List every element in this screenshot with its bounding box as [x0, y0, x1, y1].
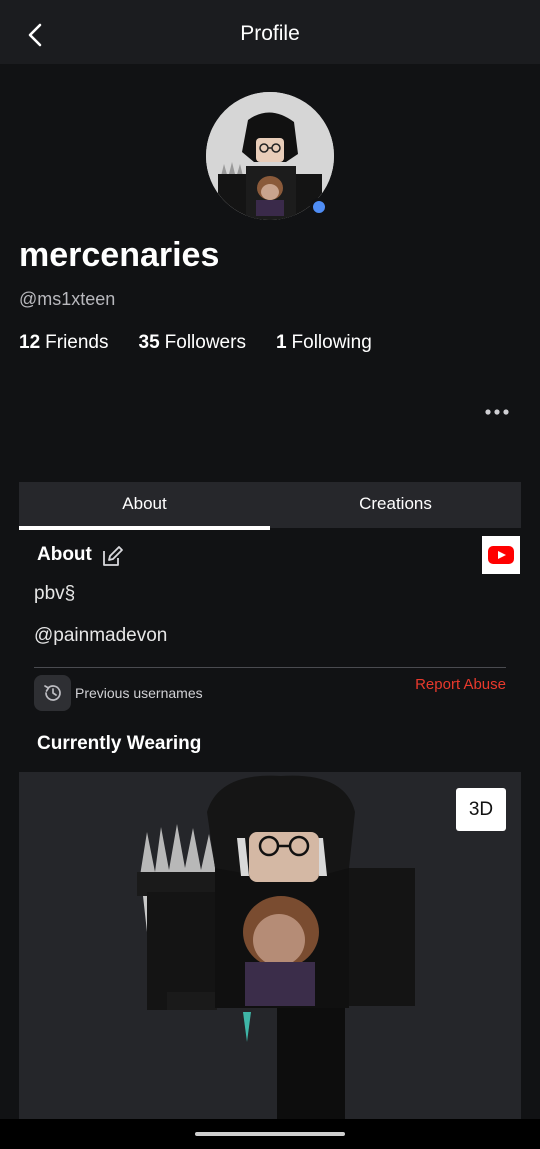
history-icon-container: [34, 675, 71, 711]
about-title: About: [37, 544, 92, 565]
divider: [34, 667, 506, 668]
history-icon: [43, 685, 61, 701]
online-status-dot: [310, 198, 328, 216]
followers-count[interactable]: 35 Followers: [139, 332, 246, 354]
avatar-3d-viewer[interactable]: 3D: [19, 772, 521, 1120]
page-title: Profile: [240, 22, 300, 45]
more-options-button[interactable]: [484, 402, 510, 422]
display-name: mercenaries: [19, 236, 220, 274]
bio-text-line: @painmadevon: [34, 625, 168, 646]
profile-avatar-container[interactable]: [206, 92, 334, 220]
previous-usernames-label: Previous usernames: [75, 685, 203, 701]
bio-text-line: pbv§: [34, 583, 76, 604]
edit-icon[interactable]: [100, 545, 124, 569]
youtube-link-button[interactable]: [482, 536, 520, 574]
more-horizontal-icon: [485, 409, 509, 415]
avatar-full-body-image: [137, 775, 415, 1120]
view-3d-button[interactable]: 3D: [456, 788, 506, 831]
profile-tabs: About Creations: [19, 482, 521, 530]
youtube-icon: [488, 546, 514, 564]
previous-usernames-button[interactable]: Previous usernames: [34, 675, 203, 711]
tab-about[interactable]: About: [19, 482, 270, 530]
profile-stats: 12 Friends 35 Followers 1 Following: [19, 332, 372, 354]
tab-creations[interactable]: Creations: [270, 482, 521, 528]
friends-count[interactable]: 12 Friends: [19, 332, 109, 354]
top-bar: Profile: [0, 0, 540, 64]
following-count[interactable]: 1 Following: [276, 332, 372, 354]
home-indicator[interactable]: [195, 1132, 345, 1136]
username: @ms1xteen: [19, 289, 116, 309]
about-header: About: [37, 541, 124, 569]
currently-wearing-title: Currently Wearing: [37, 733, 202, 754]
system-nav-bar: [0, 1119, 540, 1149]
report-abuse-link[interactable]: Report Abuse: [415, 676, 506, 693]
